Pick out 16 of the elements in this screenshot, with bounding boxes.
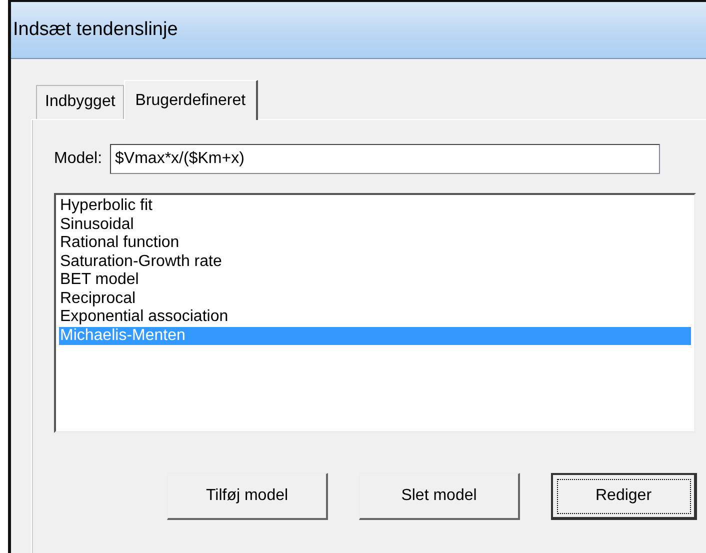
tab[interactable]: Brugerdefineret xyxy=(124,80,258,120)
model-list[interactable]: Hyperbolic fit Sinusoidal Rational function Saturation-Growth rate BET model Reciprocal Exponential association Michaelis-Menten xyxy=(54,193,696,433)
list-item[interactable]: Exponential association xyxy=(59,308,691,326)
list-item[interactable]: BET model xyxy=(59,271,691,290)
tab[interactable]: Indbygget xyxy=(36,85,124,119)
list-item[interactable]: Rational function xyxy=(59,234,691,252)
list-item[interactable]: Hyperbolic fit xyxy=(59,197,691,216)
dialog-button[interactable]: Tilføj model xyxy=(167,473,328,520)
dialog-button[interactable]: Slet model xyxy=(359,473,520,520)
window-title: Indsæt tendenslinje xyxy=(13,19,178,41)
list-item[interactable]: Reciprocal xyxy=(59,290,691,308)
dialog-button[interactable]: Rediger xyxy=(551,473,697,520)
list-item[interactable]: Saturation-Growth rate xyxy=(59,252,691,271)
list-item[interactable]: Sinusoidal xyxy=(59,216,691,234)
model-field[interactable]: $Vmax*x/($Km+x) xyxy=(110,144,660,174)
model-label: Model: xyxy=(54,150,102,168)
